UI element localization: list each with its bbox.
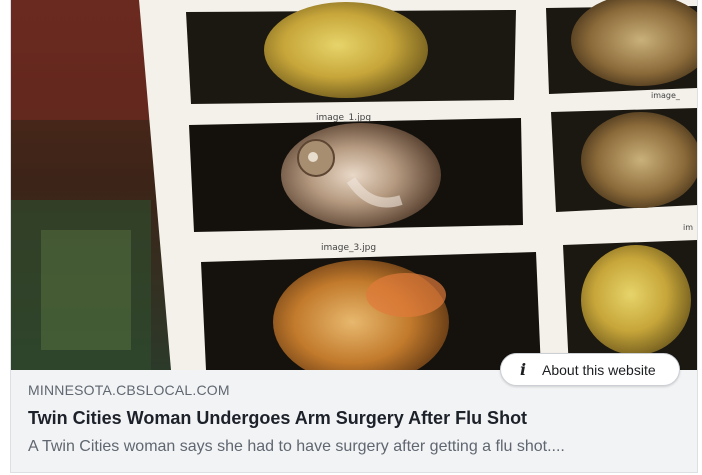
link-preview-card[interactable]: image_1.jpg image_3.jpg image_ im i Abou…	[10, 0, 698, 473]
preview-image[interactable]: image_1.jpg image_3.jpg image_ im	[11, 0, 697, 370]
link-description: A Twin Cities woman says she had to have…	[28, 438, 565, 455]
link-domain: MINNESOTA.CBSLOCAL.COM	[28, 382, 230, 398]
link-title[interactable]: Twin Cities Woman Undergoes Arm Surgery …	[28, 407, 688, 429]
image-label-partial: image_	[651, 91, 681, 100]
image-1-label: image_1.jpg	[316, 113, 371, 123]
image-label-partial-2: im	[683, 223, 693, 232]
surgery-photos-illustration: image_1.jpg image_3.jpg image_ im	[11, 0, 697, 370]
link-preview-meta[interactable]: MINNESOTA.CBSLOCAL.COM Twin Cities Woman…	[28, 370, 688, 457]
image-3-label: image_3.jpg	[321, 243, 376, 253]
